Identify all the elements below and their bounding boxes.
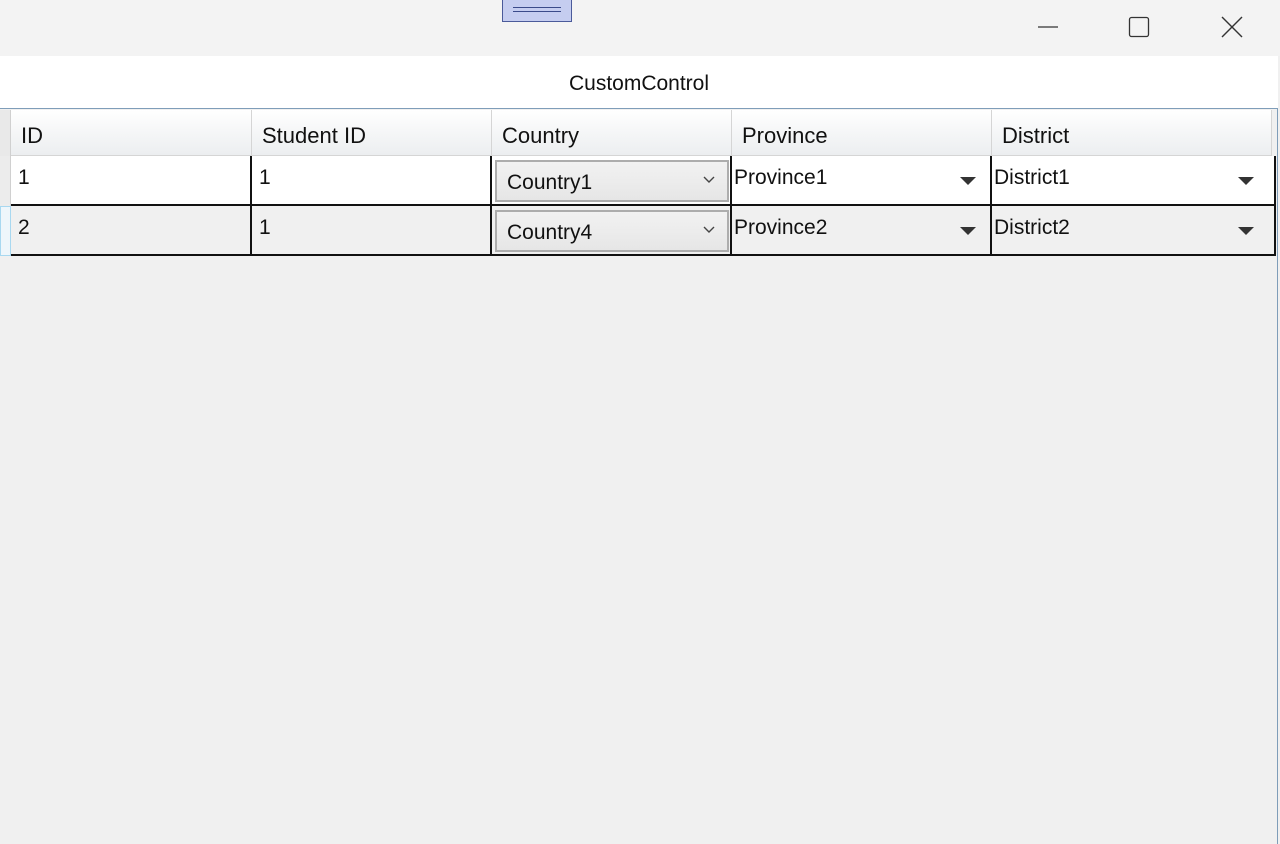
column-header-province[interactable]: Province bbox=[732, 110, 992, 156]
cell-student-id[interactable]: 1 bbox=[252, 156, 492, 206]
column-header-district[interactable]: District bbox=[992, 110, 1272, 156]
district-dropdown-value: District1 bbox=[994, 166, 1070, 189]
chevron-down-icon bbox=[703, 176, 715, 183]
province-dropdown[interactable]: Province1 bbox=[732, 156, 992, 206]
caret-down-icon bbox=[960, 227, 976, 235]
cell-id[interactable]: 2 bbox=[11, 206, 252, 256]
app-window: CustomControl ID Student ID Country Prov… bbox=[0, 0, 1280, 844]
maximize-icon bbox=[1128, 16, 1150, 38]
cell-country: Country4 bbox=[492, 206, 732, 256]
district-dropdown[interactable]: District1 bbox=[992, 156, 1276, 206]
province-dropdown-value: Province1 bbox=[734, 166, 828, 189]
minimize-button[interactable] bbox=[1002, 0, 1094, 54]
row-header[interactable] bbox=[0, 206, 11, 256]
title-band: CustomControl bbox=[0, 56, 1278, 109]
table-row[interactable]: 2 1 Country4 Province2 District2 bbox=[0, 206, 1278, 256]
corner-header[interactable] bbox=[0, 110, 11, 156]
caret-down-icon bbox=[1238, 177, 1254, 185]
cell-country: Country1 bbox=[492, 156, 732, 206]
column-header-id[interactable]: ID bbox=[11, 110, 252, 156]
district-dropdown-value: District2 bbox=[994, 216, 1070, 239]
window-title: CustomControl bbox=[568, 72, 710, 95]
maximize-button[interactable] bbox=[1093, 0, 1185, 54]
country-combobox[interactable]: Country1 bbox=[495, 160, 729, 202]
column-header-country[interactable]: Country bbox=[492, 110, 732, 156]
close-icon bbox=[1221, 16, 1243, 38]
cell-student-id[interactable]: 1 bbox=[252, 206, 492, 256]
cell-id[interactable]: 1 bbox=[11, 156, 252, 206]
caret-down-icon bbox=[960, 177, 976, 185]
column-header-student-id[interactable]: Student ID bbox=[252, 110, 492, 156]
row-header[interactable] bbox=[0, 156, 11, 206]
grip-line bbox=[513, 7, 561, 8]
chevron-down-icon bbox=[703, 226, 715, 233]
grip-line bbox=[513, 11, 561, 12]
caret-down-icon bbox=[1238, 227, 1254, 235]
country-combobox[interactable]: Country4 bbox=[495, 210, 729, 252]
country-combobox-value: Country4 bbox=[507, 221, 593, 244]
drag-grip-handle[interactable] bbox=[502, 0, 572, 22]
province-dropdown-value: Province2 bbox=[734, 216, 828, 239]
close-button[interactable] bbox=[1186, 0, 1278, 54]
province-dropdown[interactable]: Province2 bbox=[732, 206, 992, 256]
title-bar[interactable] bbox=[0, 0, 1280, 56]
minimize-icon bbox=[1038, 26, 1058, 28]
table-row[interactable]: 1 1 Country1 Province1 District1 bbox=[0, 156, 1278, 206]
country-combobox-value: Country1 bbox=[507, 171, 593, 194]
column-header-row: ID Student ID Country Province District bbox=[0, 110, 1278, 156]
district-dropdown[interactable]: District2 bbox=[992, 206, 1276, 256]
